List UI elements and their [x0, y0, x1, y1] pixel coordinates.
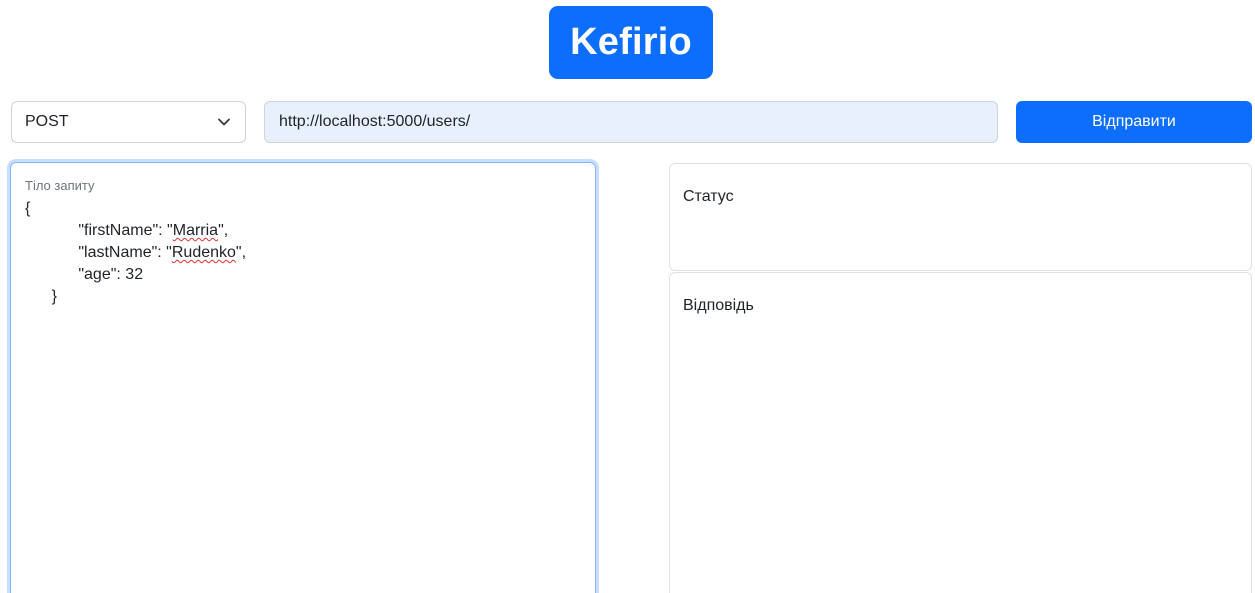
- app-logo-text: Kefirio: [570, 21, 692, 63]
- status-panel: Статус: [669, 163, 1252, 271]
- body-line-lastname-key: "lastName": ": [25, 244, 172, 261]
- url-input[interactable]: http://localhost:5000/users/: [264, 101, 998, 143]
- request-body-label: Тіло запиту: [25, 178, 95, 193]
- method-select[interactable]: POST: [11, 101, 246, 143]
- response-label: Відповідь: [683, 297, 754, 314]
- method-select-value: POST: [25, 113, 69, 130]
- chevron-down-icon: [217, 115, 231, 129]
- body-firstname-value: Marria: [172, 222, 219, 239]
- send-button[interactable]: Відправити: [1016, 101, 1252, 143]
- body-line-age: "age": 32: [25, 266, 144, 283]
- body-line-lastname-end: ",: [235, 244, 247, 261]
- url-input-value: http://localhost:5000/users/: [279, 113, 471, 130]
- app-logo: Kefirio: [549, 6, 713, 79]
- body-line-firstname-key: "firstName": ": [25, 222, 173, 239]
- request-body-textarea[interactable]: Тіло запиту { "firstName": "Marria", "la…: [10, 162, 596, 593]
- response-panel: Відповідь: [669, 272, 1252, 593]
- body-lastname-value: Rudenko: [171, 244, 236, 261]
- status-label: Статус: [683, 188, 734, 205]
- body-line-firstname-end: ",: [218, 222, 229, 239]
- body-line-close-brace: }: [25, 288, 58, 305]
- app-root: Kefirio POST http://localhost:5000/users…: [0, 0, 1255, 593]
- request-body-content: { "firstName": "Marria", "lastName": "Ru…: [25, 198, 246, 308]
- body-line-open-brace: {: [25, 200, 31, 217]
